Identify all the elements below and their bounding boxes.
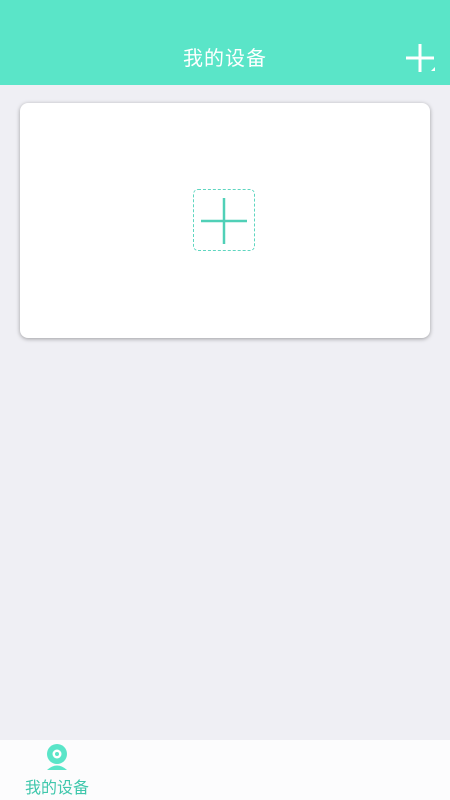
camera-icon [47, 744, 67, 770]
tab-label: 我的设备 [24, 778, 89, 797]
header-bar: 我的设备 [0, 0, 450, 85]
tab-my-devices[interactable]: 我的设备 [14, 740, 100, 800]
plus-icon [406, 44, 435, 72]
plus-icon [201, 198, 247, 244]
add-device-button[interactable] [400, 38, 440, 78]
bottom-tab-bar: 我的设备 [0, 740, 450, 800]
add-device-card[interactable] [20, 103, 430, 338]
page-title: 我的设备 [183, 46, 267, 70]
dashed-plus-icon[interactable] [193, 189, 255, 251]
